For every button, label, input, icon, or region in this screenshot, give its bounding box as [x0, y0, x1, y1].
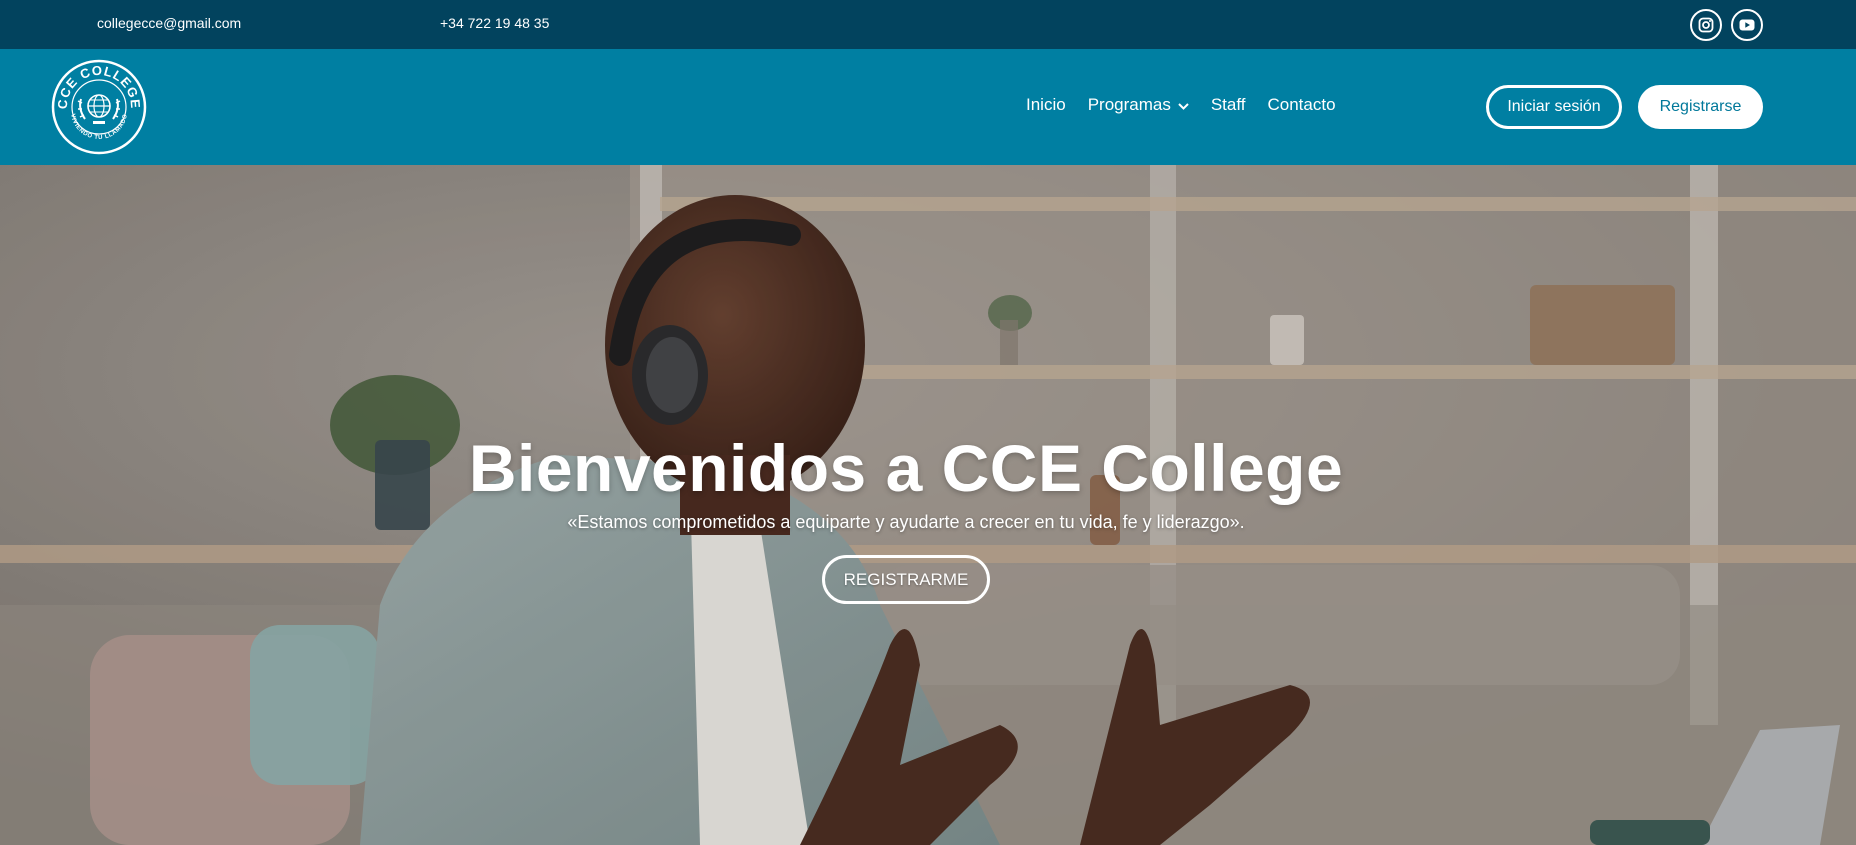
cce-college-logo: CCE COLLEGE VIVIENDO TU LLAMADO [51, 59, 147, 155]
nav-item-label: Programas [1087, 95, 1171, 114]
contact-phone[interactable]: +34 722 19 48 35 [440, 15, 549, 31]
main-navigation: CCE COLLEGE VIVIENDO TU LLAMADO Inicio P… [0, 49, 1856, 165]
nav-item-label: Inicio [1026, 95, 1066, 114]
hero-section: Bienvenidos a CCE College «Estamos compr… [0, 165, 1856, 845]
nav-item-inicio[interactable]: Inicio [1026, 95, 1066, 115]
hero-subtitle: «Estamos comprometidos a equiparte y ayu… [567, 512, 1245, 532]
instagram-icon [1698, 17, 1714, 33]
register-button[interactable]: Registrarse [1638, 85, 1763, 129]
nav-item-label: Contacto [1267, 95, 1336, 114]
login-button[interactable]: Iniciar sesión [1486, 85, 1622, 129]
primary-menu: Inicio Programas Staff Contacto [1026, 95, 1358, 115]
top-contact-bar: collegecce@gmail.com +34 722 19 48 35 [0, 0, 1856, 49]
instagram-link[interactable] [1690, 9, 1722, 41]
youtube-link[interactable] [1731, 9, 1763, 41]
hero-title: Bienvenidos a CCE College [468, 431, 1344, 505]
contact-email[interactable]: collegecce@gmail.com [97, 15, 241, 31]
nav-item-staff[interactable]: Staff [1211, 95, 1246, 115]
svg-text:CCE COLLEGE: CCE COLLEGE [55, 63, 144, 110]
chevron-down-icon [1178, 95, 1189, 115]
youtube-icon [1739, 19, 1755, 31]
nav-item-contacto[interactable]: Contacto [1267, 95, 1335, 115]
nav-item-programas[interactable]: Programas [1088, 95, 1189, 115]
nav-item-label: Staff [1210, 95, 1246, 114]
site-logo[interactable]: CCE COLLEGE VIVIENDO TU LLAMADO [51, 59, 147, 155]
hero-register-button[interactable]: REGISTRARME [822, 555, 990, 604]
